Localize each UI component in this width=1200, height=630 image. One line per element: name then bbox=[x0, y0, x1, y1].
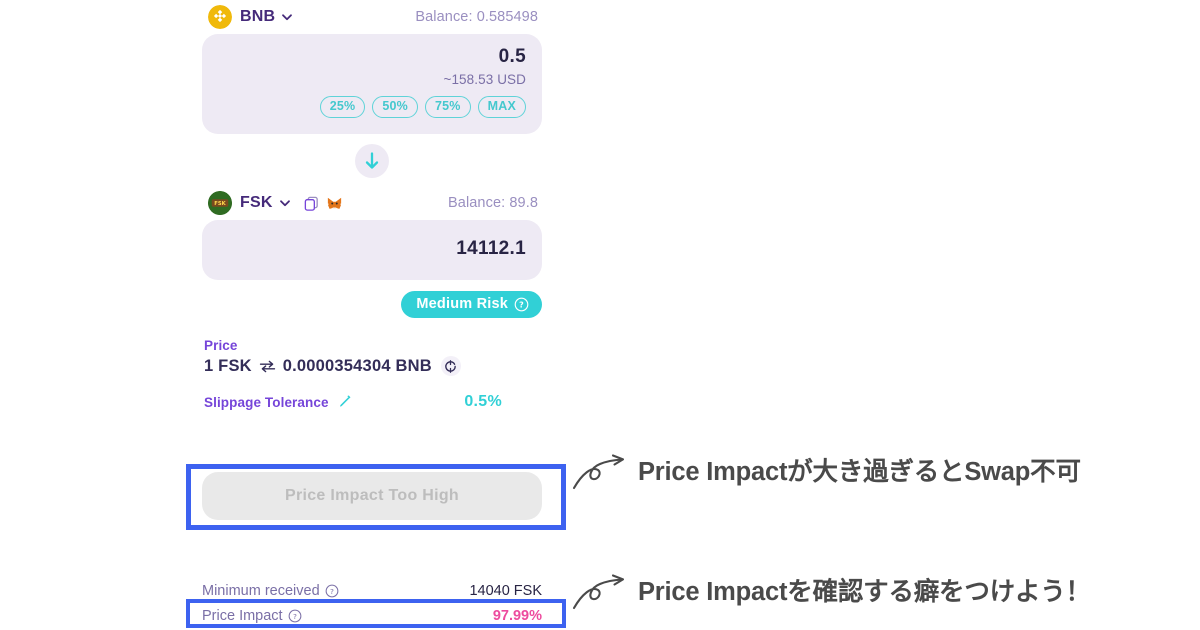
swap-direction-button[interactable] bbox=[355, 144, 389, 178]
risk-badge-label: Medium Risk bbox=[416, 296, 508, 312]
percent-button-25[interactable]: 25% bbox=[319, 96, 366, 118]
price-impact-label: Price Impact bbox=[202, 607, 283, 624]
chevron-down-icon bbox=[279, 200, 290, 207]
to-token-selector[interactable]: FSK FSK bbox=[208, 191, 291, 215]
copy-icon[interactable] bbox=[303, 195, 320, 212]
pencil-edit-icon[interactable] bbox=[337, 394, 353, 410]
detail-row-price-impact: Price Impact ? 97.99% bbox=[202, 603, 542, 628]
refresh-icon bbox=[445, 359, 457, 373]
slippage-label: Slippage Tolerance bbox=[204, 394, 329, 410]
svg-text:FSK: FSK bbox=[214, 201, 226, 207]
percent-buttons: 25% 50% 75% MAX bbox=[218, 96, 526, 118]
price-value-row: 1 FSK 0.0000354304 BNB bbox=[204, 356, 540, 376]
minimum-received-label-group: Minimum received ? bbox=[202, 583, 339, 599]
slippage-value: 0.5% bbox=[464, 393, 502, 410]
to-token-row: FSK FSK Balance: 89.8 bbox=[202, 186, 542, 220]
from-token-symbol: BNB bbox=[240, 8, 276, 25]
annotation-text-2: Price Impactを確認する癖をつけよう！ bbox=[638, 577, 1091, 606]
metamask-fox-icon[interactable] bbox=[326, 195, 343, 212]
swap-action-button[interactable]: Price Impact Too High bbox=[202, 472, 542, 520]
risk-row: Medium Risk ? bbox=[202, 291, 542, 318]
question-circle-icon[interactable]: ? bbox=[288, 609, 302, 623]
exchange-arrows-icon[interactable] bbox=[259, 360, 276, 373]
from-balance: Balance: 0.585498 bbox=[415, 9, 538, 25]
question-circle-icon[interactable]: ? bbox=[325, 584, 339, 598]
price-quote: 0.0000354304 BNB bbox=[282, 356, 432, 375]
to-token-symbol: FSK bbox=[240, 194, 273, 211]
svg-text:?: ? bbox=[330, 586, 334, 595]
price-impact-value: 97.99% bbox=[492, 607, 542, 624]
question-circle-icon[interactable]: ? bbox=[514, 297, 529, 312]
annotation-swap-blocked: Price Impactが大き過ぎるとSwap不可 bbox=[572, 446, 1081, 492]
from-usd-estimate: ~158.53 USD bbox=[443, 72, 526, 87]
curved-arrow-icon bbox=[572, 454, 625, 490]
to-amount-input[interactable]: 14112.1 bbox=[456, 236, 526, 262]
detail-row-minimum-received: Minimum received ? 14040 FSK bbox=[202, 578, 542, 603]
slippage-row: Slippage Tolerance 0.5% bbox=[202, 393, 542, 411]
price-base: 1 FSK bbox=[204, 356, 252, 375]
annotation-text-1: Price Impactが大き過ぎるとSwap不可 bbox=[638, 457, 1081, 486]
chevron-down-icon bbox=[282, 14, 293, 21]
arrow-down-icon bbox=[365, 152, 379, 169]
svg-text:?: ? bbox=[519, 300, 524, 309]
price-impact-label-group: Price Impact ? bbox=[202, 608, 302, 624]
bnb-token-icon bbox=[208, 5, 232, 29]
from-token-selector[interactable]: BNB bbox=[208, 5, 293, 29]
swap-direction-wrap bbox=[202, 144, 542, 178]
percent-button-50[interactable]: 50% bbox=[372, 96, 418, 118]
minimum-received-value: 14040 FSK bbox=[469, 582, 542, 599]
percent-button-75[interactable]: 75% bbox=[424, 96, 471, 118]
svg-text:?: ? bbox=[293, 611, 297, 620]
swap-card: BNB Balance: 0.585498 0.5 ~158.53 USD 25… bbox=[202, 0, 542, 411]
annotation-check-price-impact: Price Impactを確認する癖をつけよう！ bbox=[572, 566, 1091, 612]
curved-arrow-icon bbox=[572, 574, 625, 610]
price-block: Price 1 FSK 0.0000354304 BNB bbox=[202, 338, 542, 376]
percent-button-max[interactable]: MAX bbox=[477, 96, 526, 118]
to-balance: Balance: 89.8 bbox=[448, 195, 538, 211]
risk-badge[interactable]: Medium Risk ? bbox=[401, 291, 542, 318]
from-token-row: BNB Balance: 0.585498 bbox=[202, 0, 542, 34]
price-label: Price bbox=[204, 338, 238, 353]
from-amount-panel[interactable]: 0.5 ~158.53 USD 25% 50% 75% MAX bbox=[202, 34, 542, 134]
trade-details: Minimum received ? 14040 FSK Price Impac… bbox=[202, 578, 542, 628]
to-amount-panel[interactable]: 14112.1 bbox=[202, 220, 542, 280]
minimum-received-label: Minimum received bbox=[202, 582, 320, 599]
from-amount-input[interactable]: 0.5 bbox=[218, 44, 526, 70]
refresh-price-button[interactable] bbox=[440, 356, 461, 376]
fsk-token-icon: FSK bbox=[208, 191, 232, 215]
